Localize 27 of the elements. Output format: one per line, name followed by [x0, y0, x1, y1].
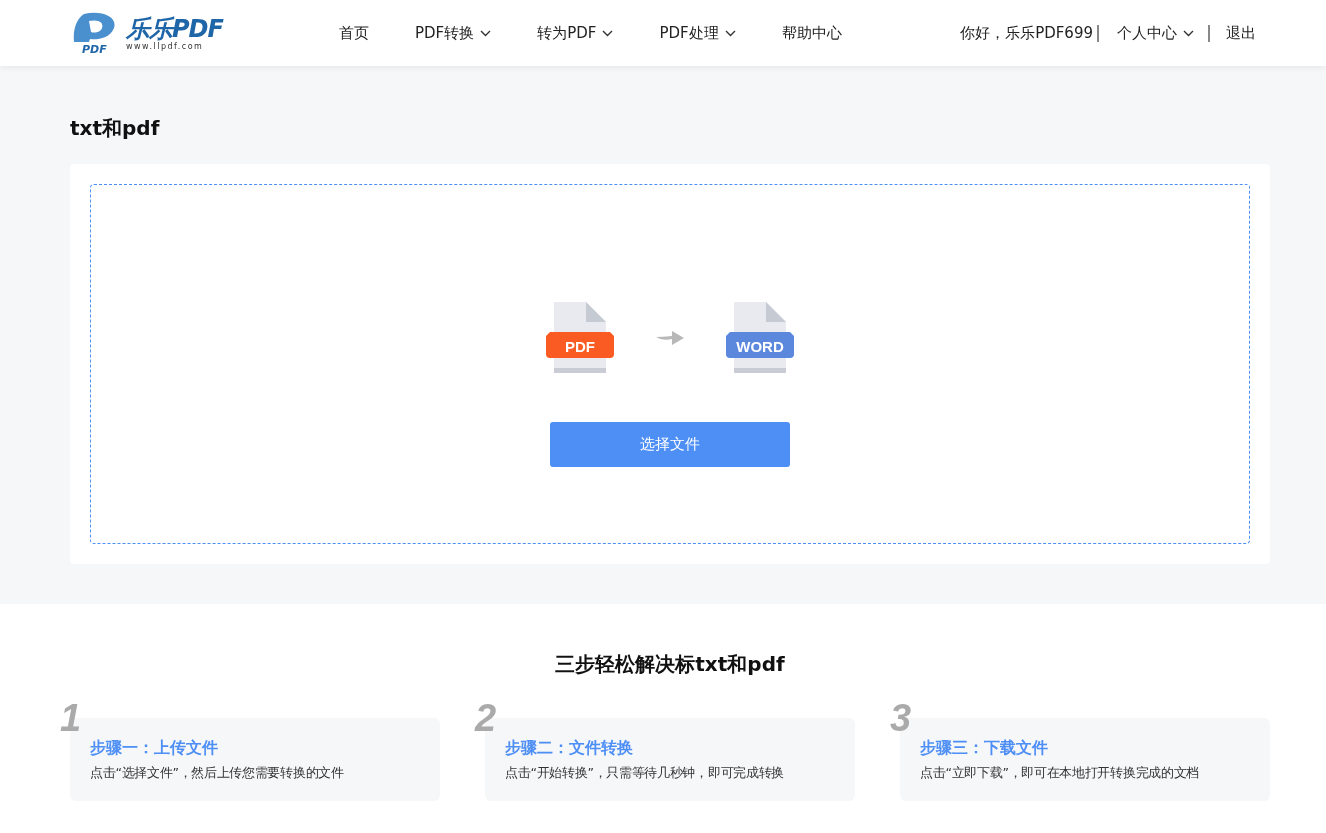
drop-zone[interactable]: PDF WORD 选择文件	[90, 184, 1250, 544]
step-description: 点击“开始转换”，只需等待几秒钟，即可完成转换	[505, 764, 786, 782]
step-title: 步骤一：上传文件	[90, 737, 219, 759]
steps-heading: 三步轻松解决标txt和pdf	[554, 651, 786, 678]
logo-text: 乐乐PDF	[126, 15, 223, 42]
chevron-down-icon	[480, 29, 492, 37]
arrow-right-icon	[654, 328, 686, 347]
step-title: 步骤二：文件转换	[505, 737, 634, 759]
step-number: 1	[60, 698, 82, 738]
chevron-down-icon	[724, 29, 736, 37]
step-number: 2	[475, 698, 497, 738]
step-title: 步骤三：下载文件	[920, 737, 1049, 759]
chevron-down-icon	[1183, 29, 1194, 37]
nav-link[interactable]: 首页	[316, 23, 392, 43]
user-greeting: 你好，乐乐PDF699	[960, 23, 1093, 43]
user-menu-link[interactable]: 个人中心	[1103, 23, 1204, 43]
chevron-down-icon	[602, 29, 614, 37]
nav-link[interactable]: PDF处理	[636, 23, 759, 43]
nav-link[interactable]: PDF转换	[392, 23, 515, 43]
nav-link[interactable]: 转为PDF	[514, 23, 637, 43]
logout-link[interactable]: 退出	[1214, 23, 1256, 43]
step-description: 点击“选择文件”，然后上传您需要转换的文件	[90, 764, 345, 782]
logo-url: www.llpdf.com	[126, 41, 205, 51]
step-number: 3	[890, 698, 912, 738]
step-description: 点击“立即下载”，即可在本地打开转换完成的文档	[920, 764, 1201, 782]
nav-link[interactable]: 帮助中心	[758, 23, 865, 43]
page-title: txt和pdf	[70, 115, 161, 142]
